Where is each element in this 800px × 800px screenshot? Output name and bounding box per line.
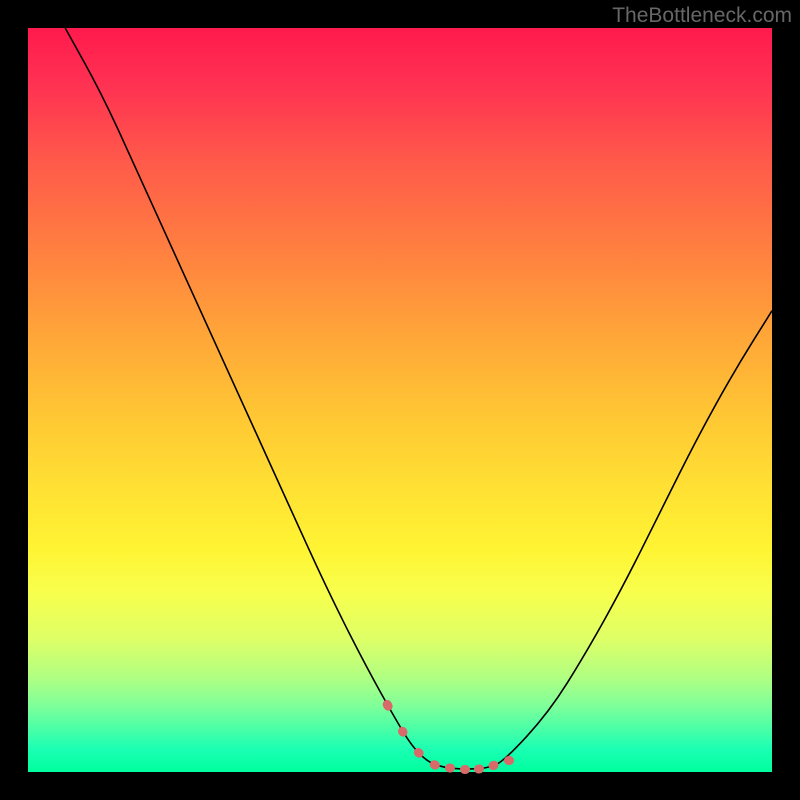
chart-area	[28, 28, 772, 772]
curve-path	[65, 28, 772, 769]
attribution-text: TheBottleneck.com	[612, 4, 792, 28]
highlight-dash	[460, 765, 470, 774]
curve-svg	[28, 28, 772, 772]
highlight-dash	[504, 756, 514, 765]
highlight-dash	[444, 763, 455, 773]
